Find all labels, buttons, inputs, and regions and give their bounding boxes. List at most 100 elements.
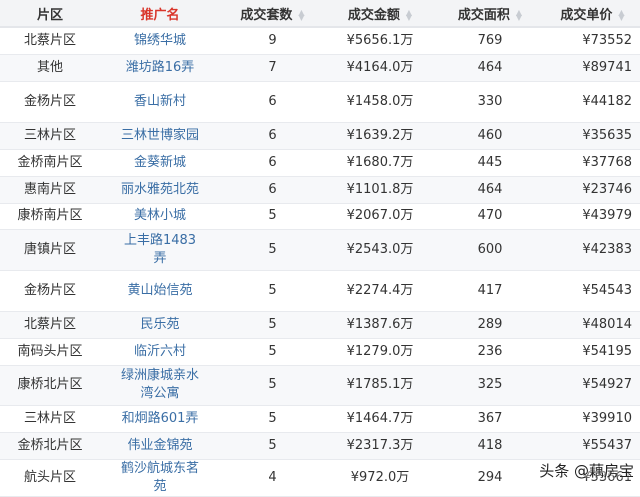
cell-area: 236 — [435, 338, 545, 366]
cell-count: 6 — [220, 176, 325, 204]
table-row: 三林片区 三林世博家园 6 ¥1639.2万 460 ¥35635 — [0, 122, 640, 150]
cell-count: 5 — [220, 203, 325, 230]
cell-price: ¥35635 — [545, 122, 640, 150]
transactions-table: 片区 推广名 成交套数 ▲ ▼ 成交金额 ▲ ▼ 成交面积 ▲ ▼ 成交单价 ▲ ▼ 北蔡片区锦… — [0, 0, 640, 497]
cell-price: ¥54195 — [545, 338, 640, 366]
cell-district: 三林片区 — [0, 405, 100, 433]
cell-amount: ¥5656.1万 — [325, 27, 435, 55]
cell-price: ¥73552 — [545, 27, 640, 55]
sort-icon[interactable]: ▲ ▼ — [618, 9, 624, 22]
sort-icon[interactable]: ▲ ▼ — [406, 9, 412, 22]
cell-count: 9 — [220, 27, 325, 55]
cell-price: ¥23746 — [545, 176, 640, 204]
cell-count: 5 — [220, 365, 325, 406]
cell-area: 445 — [435, 149, 545, 177]
cell-count: 6 — [220, 149, 325, 177]
cell-amount: ¥1387.6万 — [325, 311, 435, 339]
cell-area: 460 — [435, 122, 545, 150]
table-row: 唐镇片区 上丰路1483弄 5 ¥2543.0万 600 ¥42383 — [0, 229, 640, 271]
cell-district: 北蔡片区 — [0, 27, 100, 55]
cell-name[interactable]: 伟业金锦苑 — [100, 432, 220, 460]
table-row: 南码头片区 临沂六村 5 ¥1279.0万 236 ¥54195 — [0, 338, 640, 366]
cell-name[interactable]: 鹤沙航城东茗苑 — [100, 459, 220, 497]
cell-name[interactable]: 民乐苑 — [100, 311, 220, 339]
cell-amount: ¥1785.1万 — [325, 365, 435, 406]
cell-district: 三林片区 — [0, 122, 100, 150]
cell-amount: ¥2274.4万 — [325, 270, 435, 312]
table-row: 金桥南片区 金葵新城 6 ¥1680.7万 445 ¥37768 — [0, 149, 640, 177]
cell-name[interactable]: 美林小城 — [100, 203, 220, 230]
table-row: 其他 潍坊路16弄 7 ¥4164.0万 464 ¥89741 — [0, 54, 640, 82]
cell-amount: ¥1464.7万 — [325, 405, 435, 433]
table-row: 康桥北片区 绿洲康城亲水湾公寓 5 ¥1785.1万 325 ¥54927 — [0, 365, 640, 406]
cell-amount: ¥1639.2万 — [325, 122, 435, 150]
cell-amount: ¥2317.3万 — [325, 432, 435, 460]
cell-name[interactable]: 和炯路601弄 — [100, 405, 220, 433]
cell-name[interactable]: 锦绣华城 — [100, 27, 220, 55]
cell-district: 南码头片区 — [0, 338, 100, 366]
cell-amount: ¥4164.0万 — [325, 54, 435, 82]
cell-district: 航头片区 — [0, 459, 100, 497]
header-area[interactable]: 成交面积 ▲ ▼ — [435, 0, 545, 28]
cell-district: 康桥南片区 — [0, 203, 100, 230]
watermark: 头条 @藕房宝 — [539, 462, 634, 480]
cell-count: 5 — [220, 311, 325, 339]
cell-district: 康桥北片区 — [0, 365, 100, 406]
cell-amount: ¥1279.0万 — [325, 338, 435, 366]
table-row: 北蔡片区 民乐苑 5 ¥1387.6万 289 ¥48014 — [0, 311, 640, 339]
cell-area: 464 — [435, 54, 545, 82]
cell-price: ¥37768 — [545, 149, 640, 177]
cell-name[interactable]: 黄山始信苑 — [100, 270, 220, 312]
sort-icon[interactable]: ▲ ▼ — [516, 9, 522, 22]
cell-name[interactable]: 临沂六村 — [100, 338, 220, 366]
cell-area: 294 — [435, 459, 545, 497]
cell-name[interactable]: 三林世博家园 — [100, 122, 220, 150]
cell-area: 769 — [435, 27, 545, 55]
header-price[interactable]: 成交单价 ▲ ▼ — [545, 0, 640, 28]
cell-area: 418 — [435, 432, 545, 460]
table-row: 康桥南片区 美林小城 5 ¥2067.0万 470 ¥43979 — [0, 203, 640, 230]
cell-price: ¥43979 — [545, 203, 640, 230]
header-count[interactable]: 成交套数 ▲ ▼ — [220, 0, 325, 28]
cell-count: 4 — [220, 459, 325, 497]
header-row: 片区 推广名 成交套数 ▲ ▼ 成交金额 ▲ ▼ 成交面积 ▲ ▼ 成交单价 ▲ ▼ — [0, 0, 640, 28]
cell-name[interactable]: 绿洲康城亲水湾公寓 — [100, 365, 220, 406]
cell-name[interactable]: 金葵新城 — [100, 149, 220, 177]
cell-amount: ¥1101.8万 — [325, 176, 435, 204]
cell-name[interactable]: 潍坊路16弄 — [100, 54, 220, 82]
cell-area: 464 — [435, 176, 545, 204]
table-row: 三林片区 和炯路601弄 5 ¥1464.7万 367 ¥39910 — [0, 405, 640, 433]
cell-district: 北蔡片区 — [0, 311, 100, 339]
cell-district: 金桥北片区 — [0, 432, 100, 460]
cell-price: ¥54927 — [545, 365, 640, 406]
cell-district: 惠南片区 — [0, 176, 100, 204]
cell-area: 470 — [435, 203, 545, 230]
cell-area: 367 — [435, 405, 545, 433]
cell-count: 5 — [220, 405, 325, 433]
header-name: 推广名 — [100, 0, 220, 28]
header-amount[interactable]: 成交金额 ▲ ▼ — [325, 0, 435, 28]
cell-count: 5 — [220, 229, 325, 271]
cell-count: 6 — [220, 81, 325, 123]
cell-district: 金桥南片区 — [0, 149, 100, 177]
cell-amount: ¥972.0万 — [325, 459, 435, 497]
cell-amount: ¥1458.0万 — [325, 81, 435, 123]
cell-count: 6 — [220, 122, 325, 150]
cell-price: ¥55437 — [545, 432, 640, 460]
cell-name[interactable]: 香山新村 — [100, 81, 220, 123]
cell-area: 417 — [435, 270, 545, 312]
cell-price: ¥48014 — [545, 311, 640, 339]
sort-icon[interactable]: ▲ ▼ — [298, 9, 304, 22]
table-row: 金杨片区 香山新村 6 ¥1458.0万 330 ¥44182 — [0, 81, 640, 123]
header-district: 片区 — [0, 0, 100, 28]
table-row: 惠南片区 丽水雅苑北苑 6 ¥1101.8万 464 ¥23746 — [0, 176, 640, 204]
cell-area: 600 — [435, 229, 545, 271]
cell-area: 289 — [435, 311, 545, 339]
cell-count: 5 — [220, 338, 325, 366]
cell-name[interactable]: 上丰路1483弄 — [100, 229, 220, 271]
cell-name[interactable]: 丽水雅苑北苑 — [100, 176, 220, 204]
cell-price: ¥42383 — [545, 229, 640, 271]
cell-count: 7 — [220, 54, 325, 82]
cell-price: ¥54543 — [545, 270, 640, 312]
cell-price: ¥89741 — [545, 54, 640, 82]
